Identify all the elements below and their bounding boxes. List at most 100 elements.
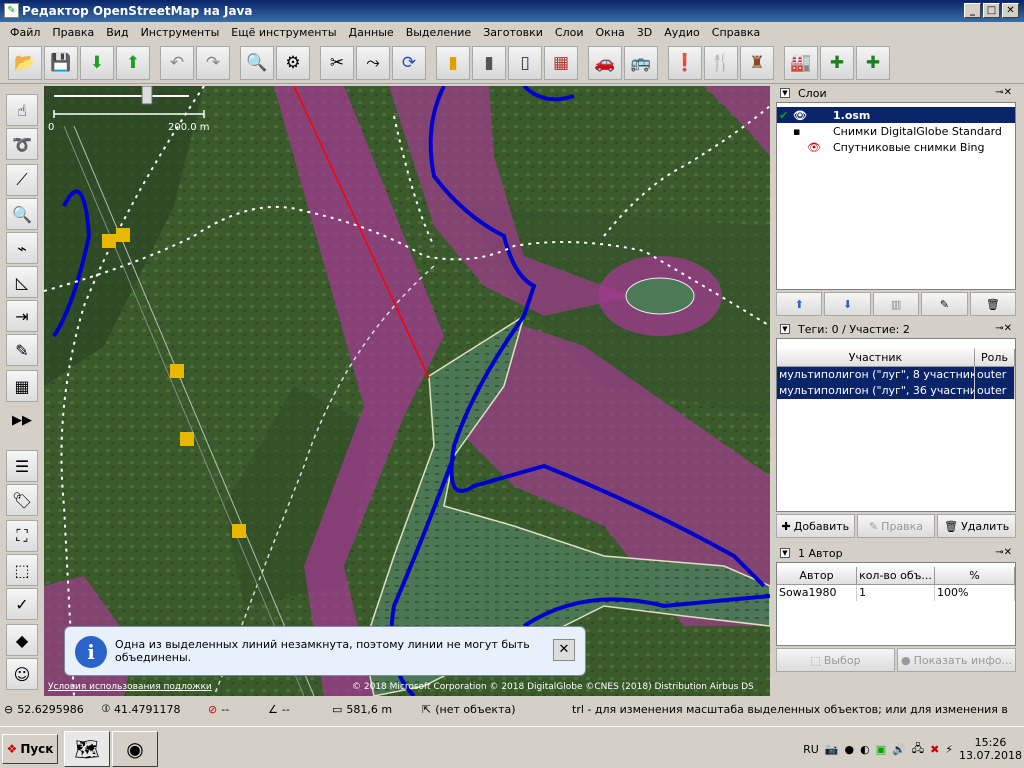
bing-visibility-icon[interactable]: 👁 bbox=[777, 141, 833, 154]
menu-presets[interactable]: Заготовки bbox=[477, 26, 549, 39]
table-row[interactable]: мультиполигон ("луг", 36 участников) out… bbox=[777, 383, 1015, 399]
camera-icon[interactable]: 📷 bbox=[825, 743, 839, 756]
validator-toggle-icon[interactable]: ⬚ bbox=[6, 554, 38, 586]
bus-icon[interactable]: 🚌 bbox=[624, 45, 658, 80]
menu-edit[interactable]: Правка bbox=[46, 26, 100, 39]
menu-help[interactable]: Справка bbox=[706, 26, 766, 39]
more-tools-icon[interactable]: ▶▶ bbox=[6, 404, 38, 436]
delete-tag-button[interactable]: 🗑 Удалить bbox=[937, 514, 1017, 538]
close-window-button[interactable]: ✕ bbox=[1002, 3, 1019, 18]
tags-toggle-icon[interactable]: 🏷 bbox=[6, 484, 38, 516]
network-icon[interactable]: 🖧 bbox=[912, 740, 924, 759]
close-notification-button[interactable]: ✕ bbox=[553, 639, 575, 661]
parallel-tool-icon[interactable]: ◺ bbox=[6, 266, 38, 298]
redo-icon[interactable]: ↷ bbox=[196, 45, 230, 80]
column-count[interactable]: кол-во объ... bbox=[857, 567, 935, 584]
search-icon[interactable]: 🔍 bbox=[240, 45, 274, 80]
castle-icon[interactable]: ♜ bbox=[740, 45, 774, 80]
merge-layer-icon[interactable]: ▥ bbox=[872, 292, 920, 316]
plugin-icon-2[interactable]: ✚ bbox=[856, 45, 890, 80]
improve-way-icon[interactable]: ⌁ bbox=[6, 232, 38, 264]
column-percent[interactable]: % bbox=[935, 567, 1015, 584]
collapse-icon[interactable]: ▼ bbox=[780, 324, 790, 334]
move-down-icon[interactable]: ⬇ bbox=[824, 292, 871, 316]
josm-task-icon[interactable]: 🗺 bbox=[64, 731, 110, 767]
power-icon[interactable]: ⚡ bbox=[945, 743, 953, 756]
upload-icon[interactable]: ⬆ bbox=[116, 45, 150, 80]
column-member[interactable]: Участник bbox=[777, 349, 975, 366]
imagery-terms-link[interactable]: Условия использования подложки bbox=[48, 682, 212, 692]
combine-way-icon[interactable]: ⤳ bbox=[356, 45, 390, 80]
start-button[interactable]: ❖ Пуск bbox=[2, 734, 58, 764]
road-yellow-icon[interactable]: ▮ bbox=[436, 45, 470, 80]
download-icon[interactable]: ⬇ bbox=[80, 45, 114, 80]
select-tool-icon[interactable]: ☝ bbox=[6, 94, 38, 126]
delete-layer-icon[interactable]: 🗑 bbox=[969, 292, 1017, 316]
reverse-way-icon[interactable]: ⟳ bbox=[392, 45, 426, 80]
warning-icon[interactable]: ❗ bbox=[668, 45, 702, 80]
menu-audio[interactable]: Аудио bbox=[658, 26, 706, 39]
move-up-icon[interactable]: ⬆ bbox=[776, 292, 823, 316]
layer-row[interactable]: 👁 Спутниковые снимки Bing bbox=[777, 139, 1015, 155]
nvidia-icon[interactable]: ▣ bbox=[876, 743, 886, 756]
open-file-icon[interactable]: 📂 bbox=[8, 45, 42, 80]
lasso-tool-icon[interactable]: ➰ bbox=[6, 128, 38, 160]
collapse-icon[interactable]: ▼ bbox=[780, 548, 790, 558]
maximize-button[interactable]: □ bbox=[983, 3, 1000, 18]
menu-selection[interactable]: Выделение bbox=[400, 26, 478, 39]
draw-tool-icon[interactable]: ⟋ bbox=[6, 164, 38, 196]
tray-icon-2[interactable]: ◐ bbox=[860, 743, 870, 756]
pin-icon[interactable]: ⊸✕ bbox=[995, 323, 1012, 334]
pin-icon[interactable]: ⊸✕ bbox=[995, 87, 1012, 98]
history-toggle-icon[interactable]: ◆ bbox=[6, 624, 38, 656]
clock[interactable]: 15:26 13.07.2018 bbox=[959, 736, 1022, 762]
menu-file[interactable]: Файл bbox=[4, 26, 46, 39]
chrome-task-icon[interactable]: ◉ bbox=[112, 731, 158, 767]
menu-view[interactable]: Вид bbox=[100, 26, 134, 39]
column-author[interactable]: Автор bbox=[777, 567, 857, 584]
show-info-button[interactable]: ● Показать инфо... bbox=[897, 648, 1016, 672]
tags-panel-header[interactable]: ▼ Теги: 0 / Участие: 2 ⊸✕ bbox=[776, 320, 1016, 338]
layers-panel-header[interactable]: ▼ Слои ⊸✕ bbox=[776, 84, 1016, 102]
building-tool-icon[interactable]: ▦ bbox=[6, 370, 38, 402]
changesets-toggle-icon[interactable]: ✓ bbox=[6, 588, 38, 620]
duplicate-layer-icon[interactable]: ✎ bbox=[921, 292, 968, 316]
preferences-icon[interactable]: ⚙ bbox=[276, 45, 310, 80]
add-tag-button[interactable]: ✚ Добавить bbox=[776, 514, 855, 538]
column-role[interactable]: Роль bbox=[975, 349, 1015, 366]
pencil-tool-icon[interactable]: ✎ bbox=[6, 334, 38, 366]
road-white-icon[interactable]: ▯ bbox=[508, 45, 542, 80]
menu-windows[interactable]: Окна bbox=[590, 26, 631, 39]
extrude-tool-icon[interactable]: ⇥ bbox=[6, 300, 38, 332]
table-row[interactable]: мультиполигон ("луг", 8 участников) oute… bbox=[777, 367, 1015, 383]
language-indicator[interactable]: RU bbox=[803, 743, 819, 756]
split-way-icon[interactable]: ✂ bbox=[320, 45, 354, 80]
edit-tag-button[interactable]: ✎ Правка bbox=[856, 514, 936, 538]
authors-toggle-icon[interactable]: ☺ bbox=[6, 658, 38, 690]
map-view[interactable]: 0 200.0 m Условия использования подложки… bbox=[44, 86, 770, 696]
tray-icon-1[interactable]: ● bbox=[844, 743, 854, 756]
relations-toggle-icon[interactable]: ⛶ bbox=[6, 520, 38, 552]
menu-3d[interactable]: 3D bbox=[631, 26, 658, 39]
factory-icon[interactable]: 🏭 bbox=[784, 45, 818, 80]
layers-toggle-icon[interactable]: ☰ bbox=[6, 450, 38, 482]
layer-row[interactable]: ▪ Снимки DigitalGlobe Standard bbox=[777, 123, 1015, 139]
collapse-icon[interactable]: ▼ bbox=[780, 88, 790, 98]
plugin-icon-1[interactable]: ✚ bbox=[820, 45, 854, 80]
security-icon[interactable]: ✖ bbox=[930, 743, 939, 756]
visibility-icon[interactable]: 👁 bbox=[793, 109, 833, 122]
menu-more-tools[interactable]: Ещё инструменты bbox=[225, 26, 342, 39]
minimize-button[interactable]: _ bbox=[964, 3, 981, 18]
building-icon[interactable]: ▦ bbox=[544, 45, 578, 80]
undo-icon[interactable]: ↶ bbox=[160, 45, 194, 80]
select-author-button[interactable]: ⬚ Выбор bbox=[776, 648, 895, 672]
layer-row[interactable]: ✔ 👁 1.osm bbox=[777, 107, 1015, 123]
pin-icon[interactable]: ⊸✕ bbox=[995, 547, 1012, 558]
menu-data[interactable]: Данные bbox=[343, 26, 400, 39]
car-icon[interactable]: 🚗 bbox=[588, 45, 622, 80]
table-row[interactable]: Sowa1980 1 100% bbox=[777, 585, 1015, 601]
volume-icon[interactable]: 🔊 bbox=[892, 743, 906, 756]
menu-imagery[interactable]: Слои bbox=[549, 26, 590, 39]
restaurant-icon[interactable]: 🍴 bbox=[704, 45, 738, 80]
menu-tools[interactable]: Инструменты bbox=[135, 26, 226, 39]
